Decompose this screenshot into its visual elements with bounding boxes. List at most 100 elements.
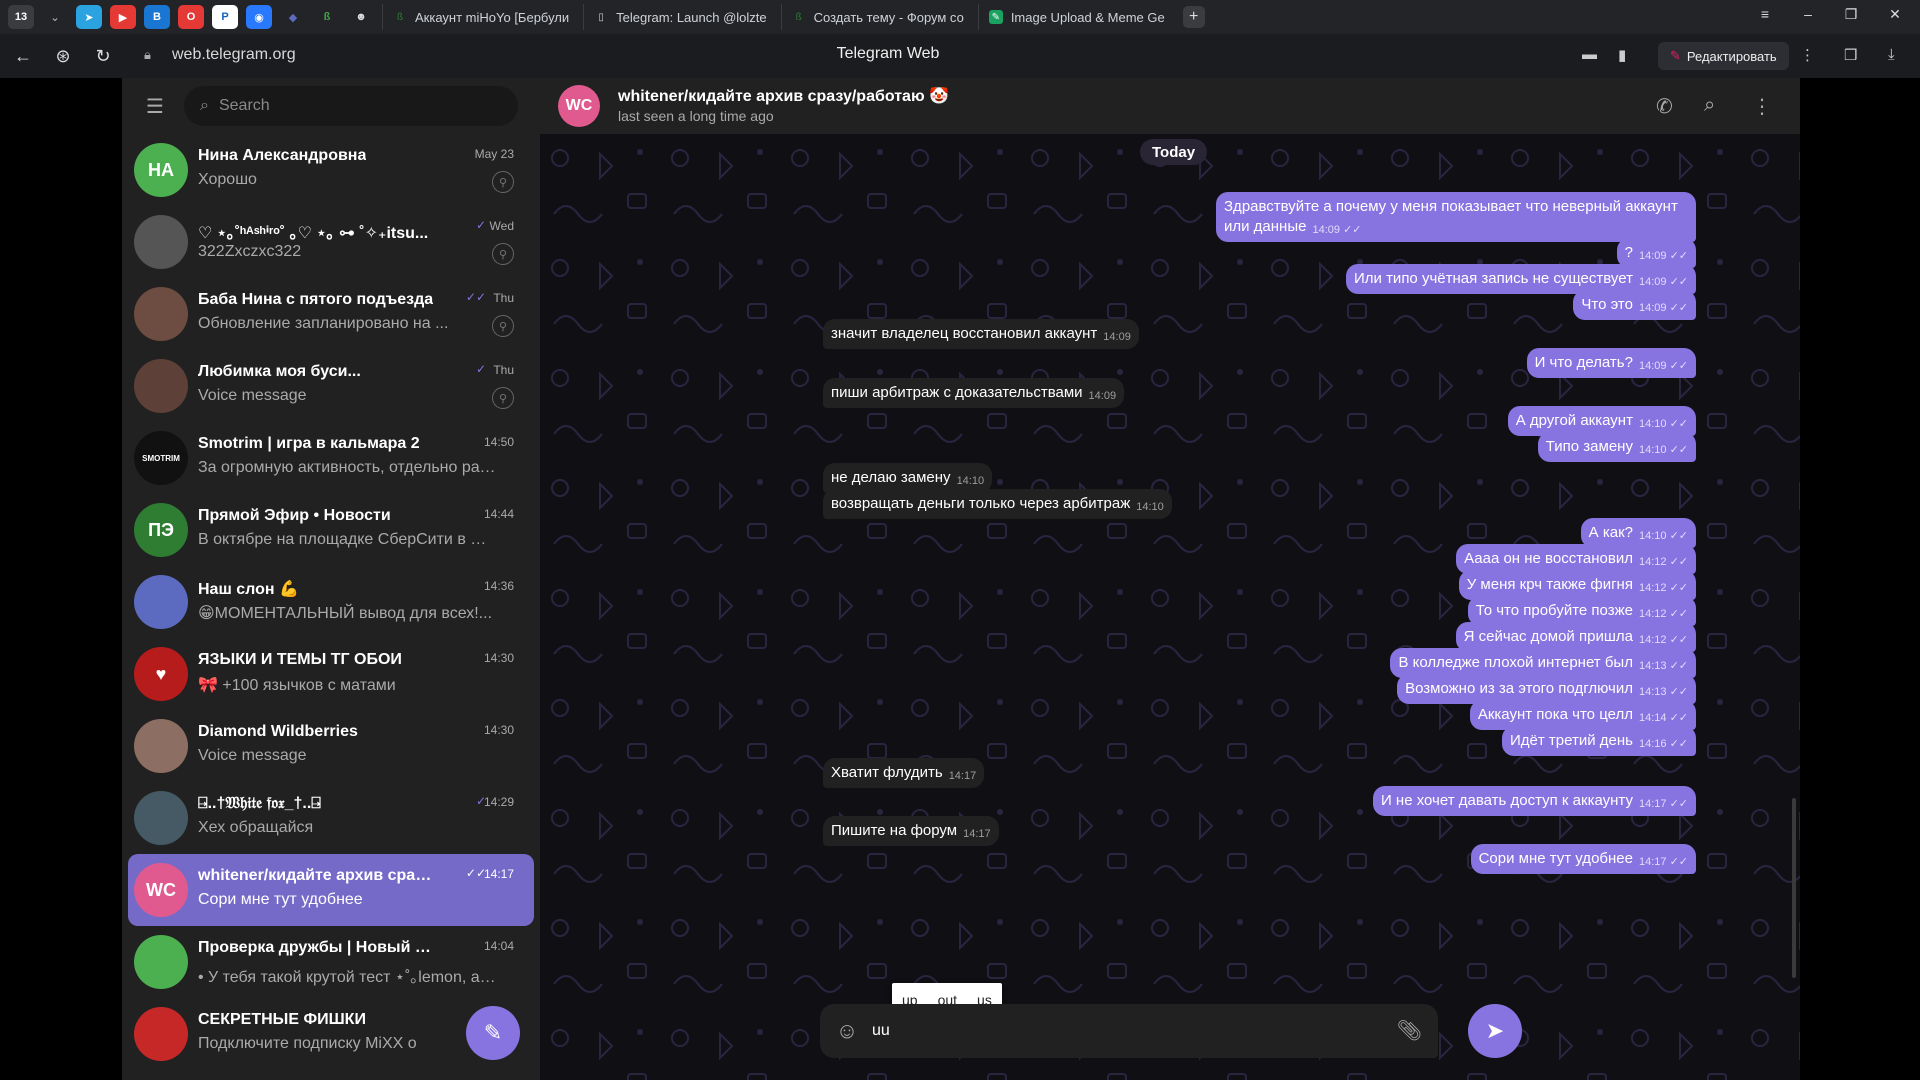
chat-list-item[interactable]: НА Нина Александровна May 23 Хорошо ⚲ bbox=[128, 134, 534, 206]
new-tab-button[interactable]: + bbox=[1182, 6, 1205, 28]
chat-list-item[interactable]: ⍈..†𝔚𝔥𝔦𝔱𝔢 𝔣𝔬𝔵_†..⍈ ✓ 14:29 Хех обращайся bbox=[128, 782, 534, 854]
outgoing-message[interactable]: Что это 14:09 ✓✓ bbox=[1573, 290, 1696, 320]
search-input[interactable]: ⌕ Search bbox=[184, 86, 518, 126]
message-time: 14:10 bbox=[1638, 530, 1667, 542]
bookmark-icon[interactable]: ▮ bbox=[1618, 46, 1626, 64]
message-meta: 14:09 ✓✓ bbox=[1639, 272, 1688, 292]
message-text: А другой аккаунт bbox=[1515, 412, 1633, 429]
message-meta: 14:09 bbox=[1089, 386, 1117, 406]
chat-list-item[interactable]: Diamond Wildberries 14:30 Voice message bbox=[128, 710, 534, 782]
search-icon[interactable]: ⌕ bbox=[1704, 94, 1715, 117]
double-check-icon: ✓✓ bbox=[1669, 530, 1688, 542]
emoji-icon[interactable]: ☺ bbox=[834, 1018, 860, 1044]
phone-icon[interactable]: ✆ bbox=[1656, 94, 1673, 119]
message-composer: ☺ 📎︎ bbox=[820, 1004, 1438, 1058]
lolz-pinned-tab-icon[interactable]: ß bbox=[314, 5, 340, 29]
vk-pinned-tab-icon[interactable]: В bbox=[144, 5, 170, 29]
chat-preview: За огромную активность, отдельно разы... bbox=[198, 459, 498, 476]
collections-icon[interactable]: ❒ bbox=[1844, 46, 1857, 64]
chat-title[interactable]: whitener/кидайте архив сразу/работаю 🤡 bbox=[618, 86, 949, 106]
chat-item-body: Баба Нина с пятого подъезда ✓✓ Thu Обновлен… bbox=[198, 287, 520, 341]
more-icon[interactable]: ⋮ bbox=[1800, 46, 1815, 64]
chat-list-item[interactable]: Любимка моя буси... ✓ Thu Voice message ⚲ bbox=[128, 350, 534, 422]
incoming-message[interactable]: возвращать деньги только через арбитраж 1… bbox=[823, 489, 1172, 519]
incoming-message[interactable]: Пишите на форум 14:17 bbox=[823, 816, 999, 846]
chat-list-sidebar: ☰ ⌕ Search НА Нина Александровна May 23 Хоро… bbox=[122, 78, 540, 1080]
close-icon[interactable]: ✕ bbox=[1880, 6, 1910, 23]
message-time: 14:12 bbox=[1638, 582, 1667, 594]
message-meta: 14:12 ✓✓ bbox=[1639, 604, 1688, 624]
message-time: 14:13 bbox=[1638, 660, 1667, 672]
message-input[interactable] bbox=[872, 1016, 1392, 1046]
avatar bbox=[134, 719, 188, 773]
tab-list-chevron-icon[interactable]: ⌄ bbox=[42, 5, 68, 29]
chat-list-item[interactable]: Проверка дружбы | Новый тест 14:04 • У теб… bbox=[128, 926, 534, 998]
incoming-message[interactable]: пиши арбитраж с доказательствами 14:09 bbox=[823, 378, 1125, 408]
message-time: 14:10 bbox=[1638, 418, 1667, 430]
bluesky-pinned-tab-icon[interactable]: ◆ bbox=[280, 5, 306, 29]
message-time: 14:10 bbox=[1136, 501, 1164, 513]
outgoing-message[interactable]: Здравствуйте а почему у меня показывает … bbox=[1216, 192, 1696, 242]
p-pinned-tab-icon[interactable]: P bbox=[212, 5, 238, 29]
telegram-pinned-tab-icon[interactable]: ➤ bbox=[76, 5, 102, 29]
tab-count-badge[interactable]: 13 bbox=[8, 5, 34, 29]
minimize-icon[interactable]: – bbox=[1793, 6, 1823, 22]
browser-tab[interactable]: ✎ Image Upload & Meme Ge bbox=[977, 4, 1175, 30]
incoming-message[interactable]: Хватит флудить 14:17 bbox=[823, 758, 985, 788]
chat-pinned-tab-icon[interactable]: ◉ bbox=[246, 5, 272, 29]
chat-list-item[interactable]: Наш слон 💪 14:36 😁МОМЕНТАЛЬНЫЙ вывод для в… bbox=[128, 566, 534, 638]
chat-list-item[interactable]: ♡ ⋆｡˚ʰᴬˢʰⁱʳᵒ˚ ｡♡ ⋆｡ ⊶ ˚✧₊itsu... ✓ Wed 322Z… bbox=[128, 206, 534, 278]
ok-pinned-tab-icon[interactable]: О bbox=[178, 5, 204, 29]
attach-icon[interactable]: 📎︎ bbox=[1397, 1018, 1422, 1043]
outgoing-message[interactable]: Идёт третий день 14:16 ✓✓ bbox=[1502, 726, 1696, 756]
chat-time: 14:17 bbox=[483, 867, 514, 881]
chat-time: Wed bbox=[489, 219, 514, 233]
chat-list-item[interactable]: ♥ ЯЗЫКИ И ТЕМЫ ТГ ОБОИ 14:30 🎀 +100 язычков… bbox=[128, 638, 534, 710]
edit-button[interactable]: ✎ Редактировать bbox=[1658, 42, 1789, 70]
chat-preview: Подключите подписку MiXX o bbox=[198, 1035, 417, 1052]
chat-time: 14:29 bbox=[483, 795, 514, 809]
menu-icon[interactable]: ≡ bbox=[1750, 6, 1780, 22]
outgoing-message[interactable]: И не хочет давать доступ к аккаунту 14:17… bbox=[1372, 786, 1696, 816]
avatar bbox=[134, 791, 188, 845]
outgoing-message[interactable]: Сори мне тут удобнее 14:17 ✓✓ bbox=[1470, 844, 1696, 874]
message-text: Сори мне тут удобнее bbox=[1478, 850, 1633, 867]
message-time: 14:10 bbox=[1638, 444, 1667, 456]
outgoing-message[interactable]: Типо замену 14:10 ✓✓ bbox=[1537, 432, 1696, 462]
more-vertical-icon[interactable]: ⋮ bbox=[1752, 94, 1772, 119]
chat-time: 14:50 bbox=[483, 435, 514, 449]
send-button[interactable]: ➤ bbox=[1468, 1004, 1522, 1058]
avatar: WC bbox=[134, 863, 188, 917]
restore-icon[interactable]: ❐ bbox=[1836, 6, 1866, 23]
double-check-icon: ✓✓ bbox=[1669, 608, 1688, 620]
message-text: Возможно из за этого подглючил bbox=[1405, 680, 1633, 697]
compose-button[interactable]: ✎ bbox=[466, 1006, 520, 1060]
ghost-pinned-tab-icon[interactable]: ☻ bbox=[348, 5, 374, 29]
avatar[interactable]: WC bbox=[558, 85, 600, 127]
chat-list-item[interactable]: ПЭ Прямой Эфир • Новости 14:44 В октябре на… bbox=[128, 494, 534, 566]
scrollbar[interactable] bbox=[1792, 798, 1796, 978]
chat-name: СЕКРЕТНЫЕ ФИШКИ bbox=[198, 1011, 366, 1028]
chat-name: Нина Александровна bbox=[198, 147, 367, 164]
incoming-message[interactable]: значит владелец восстановил аккаунт 14:09 bbox=[823, 319, 1139, 349]
chat-list-item[interactable]: WC whitener/кидайте архив сразу... ✓✓ 14:17… bbox=[128, 854, 534, 926]
chat-preview: 🎀 +100 язычков с матами bbox=[198, 677, 396, 694]
chat-list-item[interactable]: SMOTRIM Smotrim | игра в кальмара 2 14:50 З… bbox=[128, 422, 534, 494]
browser-tab[interactable]: ß Создать тему - Форум со bbox=[780, 4, 974, 30]
browser-tab[interactable]: ▯ Telegram: Launch @lolzte bbox=[583, 4, 777, 30]
page-margin bbox=[1800, 78, 1920, 1080]
chat-item-body: Нина Александровна May 23 Хорошо ⚲ bbox=[198, 143, 520, 197]
chat-list-item[interactable]: Баба Нина с пятого подъезда ✓✓ Thu Обновлен… bbox=[128, 278, 534, 350]
hamburger-menu-icon[interactable]: ☰ bbox=[132, 94, 178, 119]
chat-preview: • У тебя такой крутой тест ⋆˚｡lemon, а н… bbox=[198, 969, 498, 986]
message-meta: 14:14 ✓✓ bbox=[1639, 708, 1688, 728]
chat-header: WC whitener/кидайте архив сразу/работаю … bbox=[540, 78, 1800, 134]
browser-tab[interactable]: ß Аккаунт miHoYo [Бербули bbox=[382, 4, 579, 30]
youtube-pinned-tab-icon[interactable]: ▶ bbox=[110, 5, 136, 29]
outgoing-message[interactable]: И что делать? 14:09 ✓✓ bbox=[1526, 348, 1696, 378]
download-icon[interactable]: ⤓ bbox=[1888, 46, 1895, 63]
pin-icon: ⚲ bbox=[492, 387, 514, 409]
pin-icon: ⚲ bbox=[492, 171, 514, 193]
message-text: Я сейчас домой пришла bbox=[1463, 628, 1633, 645]
chat-bubble-icon[interactable]: ▬ bbox=[1582, 46, 1597, 63]
